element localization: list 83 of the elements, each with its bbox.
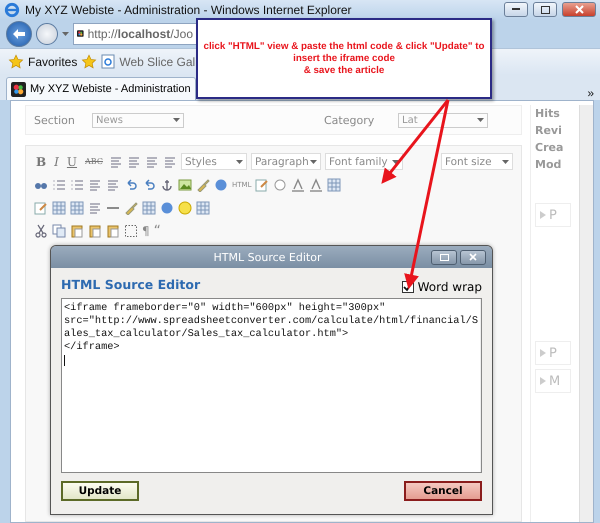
dialog-heading: HTML Source Editor — [61, 276, 200, 292]
align-center-icon[interactable] — [126, 154, 141, 168]
callout-text: insert the iframe code — [293, 53, 395, 64]
category-label: Category — [324, 114, 376, 126]
maximize-icon — [540, 6, 550, 14]
select-all-icon[interactable] — [124, 224, 138, 238]
source-code-field[interactable]: <iframe frameborder="0" width="600px" height="300px" src="http://www.spreadsheetconverter.com/calculate/html/financial/Sales_tax_calculator/Sales_tax_calculator.htm"> </iframe> — [61, 298, 482, 473]
close-button[interactable] — [460, 250, 486, 264]
paste-icon[interactable] — [70, 224, 84, 238]
anchor-icon[interactable] — [160, 178, 174, 192]
add-favorite-icon — [81, 54, 98, 70]
paragraph-marks-button[interactable]: ¶ — [142, 224, 150, 238]
table-column-icon[interactable] — [70, 200, 84, 214]
section-select[interactable]: News — [92, 112, 184, 128]
word-wrap-checkbox[interactable]: Word wrap — [402, 280, 482, 294]
dropdown-caret-icon — [392, 160, 399, 164]
section-label: Section — [34, 114, 76, 126]
format-button[interactable]: B — [34, 154, 48, 168]
justify-icon[interactable] — [162, 154, 177, 168]
sidebar-label: Crea — [535, 141, 564, 154]
window-title: My XYZ Webiste - Administration - Windows Internet Explorer — [25, 2, 353, 16]
history-caret-icon — [62, 32, 69, 36]
scrollbar[interactable] — [579, 105, 593, 522]
highlight-color-icon[interactable] — [309, 178, 324, 192]
toolbar-dropdown[interactable]: Font family — [324, 153, 403, 170]
cancel-button[interactable]: Cancel — [404, 481, 482, 501]
image-icon[interactable] — [178, 178, 192, 192]
maximize-icon — [440, 254, 448, 260]
site-logo-icon — [11, 82, 26, 96]
dropdown-caret-icon — [477, 118, 484, 122]
close-icon — [574, 5, 584, 14]
back-button[interactable] — [6, 20, 32, 46]
browser-logo-icon — [4, 2, 20, 18]
minimize-button[interactable] — [504, 2, 528, 17]
edit-icon[interactable] — [34, 200, 48, 214]
sidebar-label: Hits — [535, 107, 561, 120]
close-icon — [469, 253, 477, 261]
toolbar-dropdown[interactable]: Paragraph — [250, 153, 321, 170]
numbered-list-icon[interactable] — [70, 178, 84, 192]
copy-icon[interactable] — [52, 224, 66, 238]
toolbar-dropdown[interactable]: Styles — [180, 153, 247, 170]
forward-button[interactable] — [36, 22, 58, 44]
paste-word-icon[interactable] — [106, 224, 120, 238]
sidebar-label: Revi — [535, 124, 563, 137]
format-button[interactable]: I — [52, 154, 61, 168]
toolbar-dropdown[interactable]: Font size — [440, 153, 513, 170]
tab-overflow-button[interactable]: » — [587, 86, 594, 100]
table-icon[interactable] — [327, 178, 342, 192]
callout-text: click "HTML" view & paste the html code & click "Update" to — [204, 41, 484, 52]
update-button[interactable]: Update — [61, 481, 139, 501]
paste-text-icon[interactable] — [88, 224, 102, 238]
browser-tab[interactable]: My XYZ Webiste - Administration — [6, 77, 196, 100]
web-page-icon — [101, 54, 116, 69]
callout-text: & save the article — [304, 65, 384, 76]
favorites-star-icon — [8, 54, 24, 70]
bullet-list-icon[interactable] — [52, 178, 66, 192]
blockquote-button[interactable]: “ — [154, 222, 161, 238]
maximize-button[interactable] — [533, 2, 557, 17]
expand-triangle-icon — [540, 377, 546, 385]
minimize-icon — [512, 8, 520, 11]
dropdown-caret-icon — [173, 118, 180, 122]
back-arrow-icon — [13, 28, 25, 38]
web-slice-link[interactable]: Web Slice Gal — [119, 54, 196, 68]
align-right-icon[interactable] — [144, 154, 159, 168]
format-button[interactable]: U — [64, 154, 80, 168]
category-select[interactable]: Lat — [398, 112, 488, 128]
maximize-button[interactable] — [431, 250, 457, 264]
address-field[interactable]: http://localhost/Joo — [73, 22, 197, 44]
close-button[interactable] — [562, 2, 596, 17]
cut-icon[interactable] — [34, 224, 48, 238]
dropdown-caret-icon — [310, 160, 317, 164]
favorites-button[interactable]: Favorites — [28, 54, 78, 68]
dropdown-caret-icon — [236, 160, 243, 164]
dropdown-caret-icon — [502, 160, 509, 164]
dialog-title: HTML Source Editor — [212, 250, 322, 264]
expand-triangle-icon — [540, 349, 546, 357]
sidebar-label: Mod — [535, 158, 562, 171]
text-color-icon[interactable] — [291, 178, 306, 192]
expand-triangle-icon — [540, 211, 546, 219]
text-cursor — [64, 355, 65, 366]
table-row-icon[interactable] — [52, 200, 66, 214]
align-left-icon[interactable] — [108, 154, 123, 168]
format-button[interactable]: ABC — [83, 157, 105, 166]
